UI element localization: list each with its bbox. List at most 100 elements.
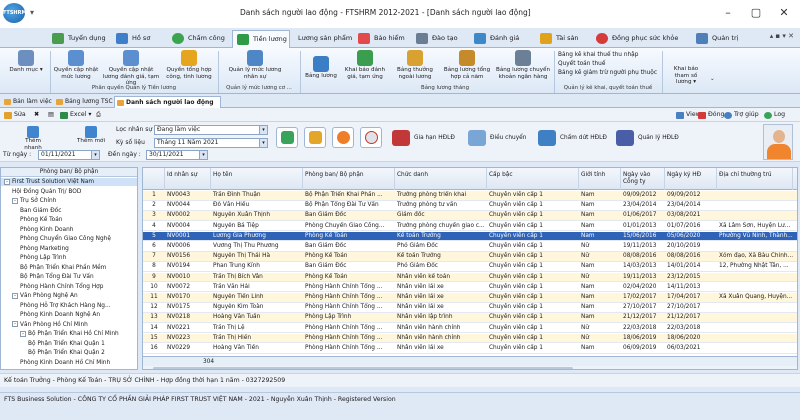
gia-han-hdld-button[interactable]: Gia hạn HĐLĐ [392, 129, 455, 147]
tab-cham-cong[interactable]: Chấm công [168, 30, 225, 47]
history-button[interactable] [332, 127, 354, 148]
tab-danh-gia[interactable]: Đánh giá [470, 30, 519, 47]
tree-node[interactable]: - Trụ Sở Chính [1, 197, 137, 205]
danh-muc-button[interactable]: Danh mục ▾ [4, 50, 48, 74]
sync-button[interactable] [304, 127, 326, 148]
column-header[interactable]: Ngày ký HĐ [665, 168, 717, 190]
quan-ly-muc-luong-button[interactable]: Quản lý mức lương nhân sự [222, 50, 288, 80]
app-logo[interactable]: FTSHRM [3, 3, 26, 23]
tab-quan-tri[interactable]: Quản trị [692, 30, 738, 47]
tree-node[interactable]: - Văn Phòng Hồ Chí Minh [1, 321, 137, 329]
table-row[interactable]: 15 NV0223 Trần Thị Hiền Phòng Hành Chính Tổ… [143, 333, 797, 344]
tu-ngay-input[interactable]: 01/11/2021 ▾ [38, 150, 100, 160]
tree-node[interactable]: Phòng Kinh Doanh [1, 226, 137, 234]
maximize-button[interactable]: ▢ [742, 4, 770, 22]
khai-bao-danh-gia-button[interactable]: Khai báo đánh giá, tạm ứng [342, 50, 388, 80]
close-button[interactable]: ✕ [770, 4, 798, 22]
column-header[interactable]: Phòng ban/ Bộ phận [303, 168, 395, 190]
table-row[interactable]: 2 NV0044 Đỗ Văn Hiếu Bộ Phận Tổng Đài Tư Vấ… [143, 201, 797, 211]
edit-button[interactable]: Sửa [4, 110, 26, 120]
them-moi-button[interactable]: Thêm mới [74, 126, 108, 148]
table-row[interactable]: 5 NV0001 Lương Gia Phương Phòng Kế Toán Kế t… [143, 231, 797, 242]
tree-node[interactable]: Bộ Phận Triển Khai Quận 2 [1, 349, 137, 357]
quick-access-menu-icon[interactable]: ▾ [30, 8, 34, 17]
column-header[interactable] [143, 168, 165, 190]
delete-icon[interactable]: ✖ [34, 110, 39, 120]
tab-dong-phuc[interactable]: Đồng phục sức khỏe [592, 30, 678, 47]
khai-bao-tham-so-luong-button[interactable]: Khai báo tham số lương ▾ [666, 66, 706, 86]
cancel-button[interactable] [360, 127, 382, 148]
doc-tab-ban-lam-viec[interactable]: Bản làm việc [2, 96, 52, 108]
tree-node[interactable]: Phòng Hỗ Trợ Khách Hàng Ng... [1, 302, 137, 310]
ky-so-lieu-select[interactable]: Tháng 11 Năm 2021 ▾ [154, 138, 268, 148]
tree-node[interactable]: - First Trust Solution Việt Nam [1, 178, 137, 186]
calendar-dropdown-icon[interactable]: ▾ [91, 151, 99, 159]
bang-luong-button[interactable]: Bảng lương [304, 56, 338, 80]
tree-node[interactable]: Phòng Marketing [1, 245, 137, 253]
table-row[interactable]: 7 NV0156 Nguyễn Thị Thái Hà Phòng Kế Toán Kế… [143, 252, 797, 262]
quyen-cap-nhat-muc-luong-button[interactable]: Quyền cập nhật mức lương [52, 50, 100, 80]
tree-node[interactable]: - Bộ Phận Triển Khai Hồ Chí Minh [1, 330, 137, 338]
doc-tab-bang-luong-tsc[interactable]: Bảng lương TSC [54, 96, 113, 108]
excel-button[interactable]: Excel ▾ [60, 110, 91, 120]
ribbon-controls[interactable]: ▴ ▪ ▾ ✕ [770, 32, 794, 40]
tree-node[interactable]: Phòng Hành Chính Tổng Hợp [1, 283, 137, 291]
tree-expander-icon[interactable]: - [4, 178, 10, 185]
tree-expander-icon[interactable]: - [12, 292, 18, 299]
column-header[interactable]: Chức danh [395, 168, 487, 190]
ribbon-overflow-icon[interactable]: ⌄ [710, 76, 715, 83]
tree-node[interactable]: Bộ Phận Triển Khai Quận 1 [1, 340, 137, 348]
bang-luong-tong-hop-button[interactable]: Bảng lương tổng hợp cả năm [442, 50, 492, 80]
column-header[interactable]: Cấp bậc [487, 168, 579, 190]
log-button[interactable]: Log [764, 110, 785, 120]
bang-thuong-button[interactable]: Bảng thưởng ngoài lương [392, 50, 438, 80]
tree-node[interactable]: Phòng Chuyển Giao Công Nghệ [1, 235, 137, 243]
tab-dao-tao[interactable]: Đào tạo [412, 30, 458, 47]
quyen-cap-nhat-luong-danh-gia-button[interactable]: Quyền cập nhật lương đánh giá, tạm ứng [102, 50, 160, 87]
tree-node[interactable]: - Văn Phòng Nghệ An [1, 292, 137, 300]
dieu-chuyen-button[interactable]: Điều chuyển [468, 129, 526, 147]
tree-node[interactable]: Phòng Kinh Doanh Nghệ An [1, 311, 137, 319]
refresh-button[interactable] [276, 127, 298, 148]
calendar-dropdown-icon[interactable]: ▾ [199, 151, 207, 159]
close-doc-button[interactable]: Đóng [698, 110, 724, 120]
quyet-toan-thue-button[interactable]: Quyết toán thuế [558, 60, 658, 69]
tree-expander-icon[interactable]: - [12, 321, 18, 327]
tree-expander-icon[interactable]: - [12, 197, 18, 204]
tab-luong-san-pham[interactable]: Lương sản phẩm [292, 30, 352, 47]
tree-node[interactable]: Hội Đồng Quản Trị/ BOD [1, 188, 137, 196]
tree-node[interactable]: Bộ Phận Tổng Đài Tư Vấn [1, 273, 137, 281]
tree-node[interactable]: Phòng Lập Trình [1, 254, 137, 262]
print-icon[interactable]: ⎙ [96, 110, 101, 120]
table-row[interactable]: 16 NV0229 Hoàng Văn Tiến Phòng Hành Chính T… [143, 344, 797, 354]
table-row[interactable]: 6 NV0006 Vương Thị Thu Phương Ban Giám Đốc P… [143, 242, 797, 252]
tree-node[interactable]: Ban Giám Đốc [1, 207, 137, 215]
tree-node[interactable]: Phòng Kế Toán [1, 216, 137, 224]
cham-dut-hdld-button[interactable]: Chấm dứt HĐLĐ [538, 129, 607, 147]
tree-node[interactable]: Phòng Kinh Doanh Hồ Chí Minh [1, 359, 137, 367]
table-row[interactable]: 4 NV0004 Nguyễn Bá Tiệp Phòng Chuyển Giao C… [143, 222, 797, 232]
view-button[interactable]: View [676, 110, 701, 120]
column-header[interactable]: Giới tính [579, 168, 621, 190]
tab-ho-so[interactable]: Hồ sơ [112, 30, 150, 47]
copy-icon[interactable]: ▤ [48, 110, 54, 120]
quan-ly-hdld-button[interactable]: Quản lý HĐLĐ [616, 129, 679, 147]
tab-tuyen-dung[interactable]: Tuyển dụng [48, 30, 106, 47]
bang-ke-giam-tru-button[interactable]: Bảng kê giảm trừ người phụ thuộc [558, 69, 658, 78]
tab-bao-hiem[interactable]: Bảo hiểm [354, 30, 405, 47]
loc-nhan-su-select[interactable]: Đang làm việc ▾ [154, 125, 268, 135]
table-row[interactable]: 9 NV0010 Trần Thị Bích Vân Phòng Kế Toán Nhâ… [143, 272, 797, 283]
tab-tai-san[interactable]: Tài sản [536, 30, 579, 47]
table-row[interactable]: 10 NV0072 Trần Văn Hải Phòng Hành Chính Tổn… [143, 283, 797, 293]
table-row[interactable]: 13 NV0218 Hoàng Văn Tuấn Phòng Lập Trình Nhâ… [143, 313, 797, 323]
bang-luong-chuyen-khoan-button[interactable]: Bảng lương chuyển khoản ngân hàng [494, 50, 552, 80]
column-header[interactable]: Họ tên [211, 168, 303, 190]
tree-expander-icon[interactable]: - [20, 330, 26, 337]
den-ngay-input[interactable]: 30/11/2021 ▾ [146, 150, 208, 160]
column-header[interactable]: Ngày vào Công ty [621, 168, 665, 190]
table-row[interactable]: 3 NV0002 Nguyễn Xuân Thịnh Ban Giám Đốc Giám… [143, 211, 797, 221]
horizontal-scrollbar[interactable] [143, 366, 797, 369]
bang-ke-khai-thue-button[interactable]: Bảng kê khai thuế thu nhập [558, 51, 658, 60]
minimize-button[interactable]: – [714, 4, 742, 22]
column-header[interactable]: Id nhân sự [165, 168, 211, 190]
